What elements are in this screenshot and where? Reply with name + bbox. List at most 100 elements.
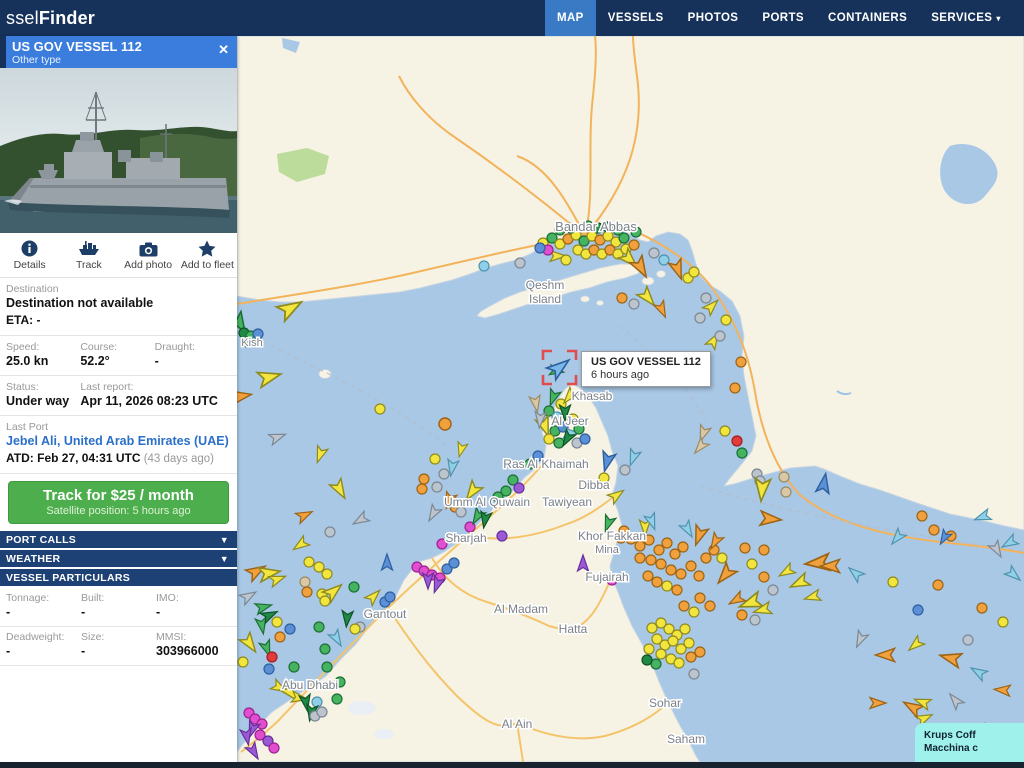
vessel-marker-anchored[interactable] [695, 313, 705, 323]
vessel-marker-anchored[interactable] [385, 592, 395, 602]
vessel-marker-anchored[interactable] [656, 559, 666, 569]
vessel-marker-anchored[interactable] [535, 243, 545, 253]
vessel-marker-anchored[interactable] [449, 558, 459, 568]
vessel-marker-anchored[interactable] [629, 240, 639, 250]
vessel-marker-anchored[interactable] [695, 647, 705, 657]
nav-item-containers[interactable]: CONTAINERS [816, 0, 919, 36]
nav-item-services[interactable]: SERVICES▾ [919, 0, 1013, 36]
vessel-marker-anchored[interactable] [285, 624, 295, 634]
vessel-marker-anchored[interactable] [680, 624, 690, 634]
vessel-marker-anchored[interactable] [933, 580, 943, 590]
vessel-marker-anchored[interactable] [737, 610, 747, 620]
vessel-marker-anchored[interactable] [479, 261, 489, 271]
vessel-marker-anchored[interactable] [417, 484, 427, 494]
vessel-marker-anchored[interactable] [695, 593, 705, 603]
vessel-marker-anchored[interactable] [646, 555, 656, 565]
vessel-marker-anchored[interactable] [779, 472, 789, 482]
vessel-marker-anchored[interactable] [439, 469, 449, 479]
vessel-marker-anchored[interactable] [320, 596, 330, 606]
vessel-marker-anchored[interactable] [672, 585, 682, 595]
vessel-marker-anchored[interactable] [375, 404, 385, 414]
vessel-marker-anchored[interactable] [977, 603, 987, 613]
vessel-marker-anchored[interactable] [642, 655, 652, 665]
vessel-marker-anchored[interactable] [668, 636, 678, 646]
vessel-marker-anchored[interactable] [662, 581, 672, 591]
vessel-marker-anchored[interactable] [679, 601, 689, 611]
vessel-marker-anchored[interactable] [430, 454, 440, 464]
ad-overlay[interactable]: Krups Coff Macchina c [915, 723, 1024, 762]
vessel-marker-anchored[interactable] [917, 511, 927, 521]
vessel-marker-anchored[interactable] [656, 649, 666, 659]
vessel-marker-anchored[interactable] [275, 632, 285, 642]
vessel-marker-anchored[interactable] [289, 662, 299, 672]
vessel-marker-anchored[interactable] [759, 572, 769, 582]
vessel-marker-anchored[interactable] [913, 605, 923, 615]
vessel-marker-anchored[interactable] [717, 553, 727, 563]
vessel-marker-anchored[interactable] [732, 436, 742, 446]
details-button[interactable]: Details [0, 233, 59, 277]
nav-item-vessels[interactable]: VESSELS [596, 0, 676, 36]
vessel-marker-anchored[interactable] [515, 258, 525, 268]
vessel-marker-anchored[interactable] [312, 697, 322, 707]
vessel-tooltip[interactable]: US GOV VESSEL 112 6 hours ago [581, 351, 711, 387]
vessel-marker-anchored[interactable] [314, 562, 324, 572]
section-port-calls[interactable]: PORT CALLS▼ [0, 531, 237, 548]
vessel-marker-anchored[interactable] [432, 482, 442, 492]
vessel-marker-anchored[interactable] [325, 527, 335, 537]
vessel-marker-anchored[interactable] [643, 571, 653, 581]
vessel-marker-anchored[interactable] [750, 615, 760, 625]
vessel-marker-anchored[interactable] [267, 652, 277, 662]
vessel-marker-anchored[interactable] [257, 719, 267, 729]
vessel-marker-anchored[interactable] [439, 418, 451, 430]
vessel-marker-anchored[interactable] [662, 538, 672, 548]
vessel-marker-anchored[interactable] [781, 487, 791, 497]
vesselfinder-logo[interactable]: sselFinder [6, 8, 95, 29]
vessel-marker-anchored[interactable] [544, 434, 554, 444]
add-photo-button[interactable]: Add photo [119, 233, 178, 277]
vessel-marker-anchored[interactable] [644, 644, 654, 654]
vessel-marker-anchored[interactable] [689, 669, 699, 679]
vessel-marker-anchored[interactable] [654, 545, 664, 555]
vessel-marker-anchored[interactable] [514, 483, 524, 493]
vessel-marker-anchored[interactable] [689, 267, 699, 277]
nav-item-photos[interactable]: PHOTOS [676, 0, 751, 36]
close-icon[interactable]: ✕ [218, 42, 229, 58]
vessel-marker-anchored[interactable] [497, 531, 507, 541]
vessel-marker-anchored[interactable] [737, 448, 747, 458]
vessel-marker-anchored[interactable] [332, 694, 342, 704]
vessel-marker-anchored[interactable] [674, 658, 684, 668]
vessel-marker-anchored[interactable] [686, 652, 696, 662]
vessel-marker-anchored[interactable] [759, 545, 769, 555]
section-weather[interactable]: WEATHER▼ [0, 550, 237, 567]
vessel-marker-anchored[interactable] [686, 561, 696, 571]
vessel-marker-anchored[interactable] [666, 565, 676, 575]
vessel-marker-anchored[interactable] [676, 569, 686, 579]
vessel-marker-anchored[interactable] [272, 617, 282, 627]
vessel-marker-anchored[interactable] [888, 577, 898, 587]
vessel-marker-anchored[interactable] [963, 635, 973, 645]
vessel-marker-anchored[interactable] [768, 585, 778, 595]
vessel-marker-anchored[interactable] [649, 248, 659, 258]
vessel-marker-anchored[interactable] [349, 582, 359, 592]
vessel-marker-anchored[interactable] [635, 553, 645, 563]
map-canvas[interactable]: Bandar AbbasQeshmIslandKishKhasabAl Jeer… [237, 36, 1024, 762]
vessel-marker-anchored[interactable] [701, 553, 711, 563]
vessel-marker-anchored[interactable] [617, 293, 627, 303]
vessel-marker-anchored[interactable] [694, 571, 704, 581]
vessel-marker-anchored[interactable] [715, 331, 725, 341]
vessel-photo[interactable] [0, 68, 237, 233]
vessel-marker-anchored[interactable] [721, 315, 731, 325]
vessel-marker-anchored[interactable] [320, 644, 330, 654]
vessel-marker-anchored[interactable] [747, 559, 757, 569]
vessel-marker-anchored[interactable] [314, 622, 324, 632]
vessel-marker-anchored[interactable] [629, 299, 639, 309]
vessel-marker-anchored[interactable] [317, 707, 327, 717]
vessel-marker-anchored[interactable] [701, 293, 711, 303]
vessel-marker-anchored[interactable] [419, 474, 429, 484]
nav-item-ports[interactable]: PORTS [750, 0, 816, 36]
vessel-marker-anchored[interactable] [740, 543, 750, 553]
track-button[interactable]: Track [59, 233, 118, 277]
vessel-marker-anchored[interactable] [322, 569, 332, 579]
vessel-marker-anchored[interactable] [736, 357, 746, 367]
vessel-marker-anchored[interactable] [684, 638, 694, 648]
